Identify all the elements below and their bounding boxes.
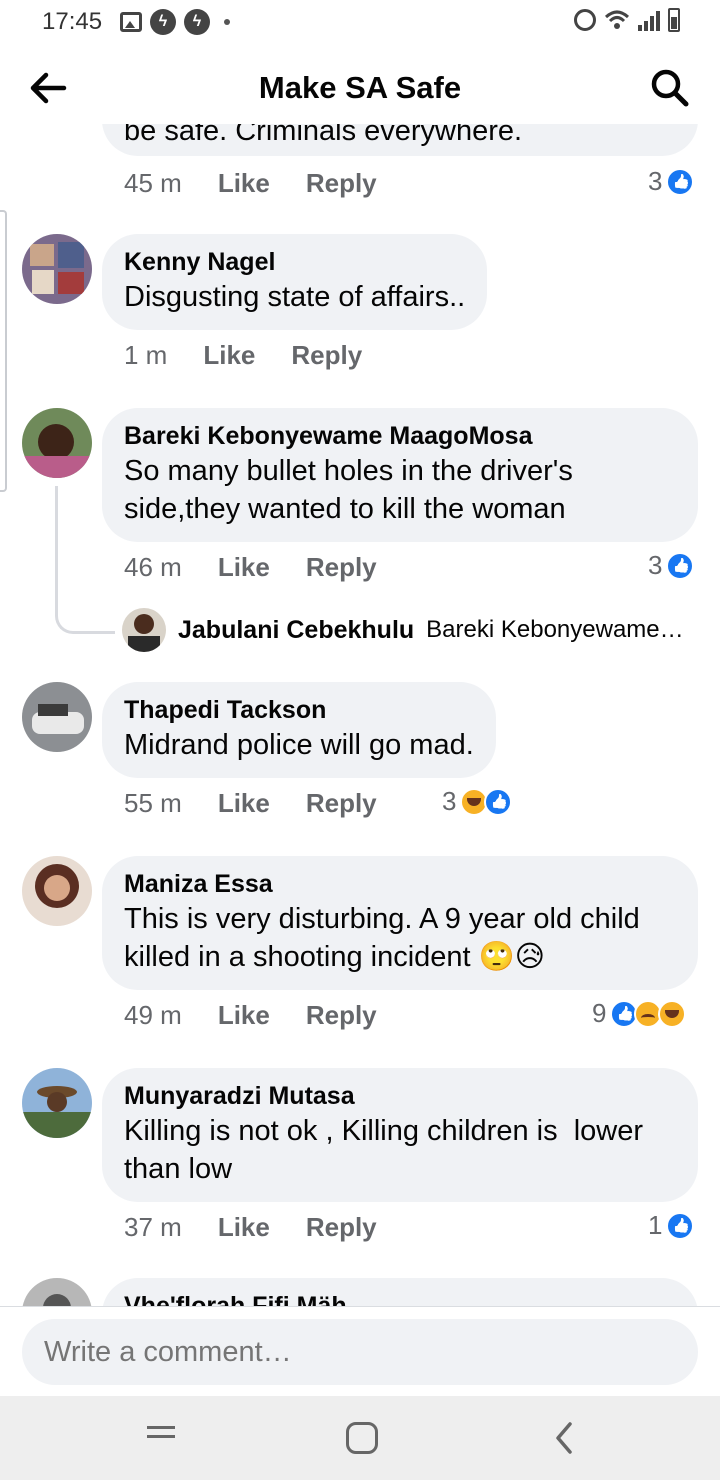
signal-icon (638, 9, 660, 31)
comment-time[interactable]: 55 m (124, 788, 182, 819)
reply-button[interactable]: Reply (306, 552, 377, 583)
comment-time[interactable]: 49 m (124, 1000, 182, 1031)
like-button[interactable]: Like (218, 1212, 270, 1243)
like-reaction-icon (666, 167, 695, 196)
reaction-summary[interactable]: 9 (592, 998, 687, 1029)
comment-composer (0, 1306, 720, 1396)
comment-bubble[interactable]: Bareki Kebonyewame MaagoMosa So many bul… (102, 408, 698, 542)
more-notifications-icon (224, 19, 230, 25)
page-title: Make SA Safe (258, 70, 462, 105)
comment-text: Midrand police will go mad. (124, 729, 474, 761)
reply-author: Jabulani Cebekhulu (178, 615, 415, 644)
haha-reaction-icon (658, 999, 687, 1028)
status-bar: 17:45 ϟ ϟ (0, 0, 720, 44)
avatar[interactable] (22, 1278, 92, 1306)
comment-time[interactable]: 1 m (124, 340, 167, 371)
reply-button[interactable]: Reply (306, 1000, 377, 1031)
reaction-count: 3 (648, 550, 663, 580)
comment-meta: 45 m Like Reply (124, 168, 377, 199)
comment-text: be safe. Criminals everywhere. (124, 124, 523, 147)
comment-author[interactable]: Thapedi Tackson (124, 694, 474, 726)
avatar[interactable] (22, 682, 92, 752)
comment-text: Killing is not ok , Killing children is … (124, 1115, 652, 1185)
comment-author[interactable]: Bareki Kebonyewame MaagoMosa (124, 420, 676, 452)
system-nav-bar (0, 1396, 720, 1480)
reply-button[interactable]: Reply (306, 168, 377, 199)
avatar[interactable] (22, 234, 92, 304)
reply-button[interactable]: Reply (291, 340, 362, 371)
alarm-icon (574, 9, 596, 31)
comment-bubble[interactable]: Maniza Essa This is very disturbing. A 9… (102, 856, 698, 990)
reply-thread-line (55, 486, 115, 634)
comment-author[interactable]: Vhe'florah Fifi Mäh (124, 1290, 676, 1306)
gallery-icon (120, 12, 142, 32)
comment-meta: 46 m Like Reply (124, 552, 377, 583)
lightning-icon: ϟ (150, 9, 176, 35)
like-reaction-icon (484, 787, 513, 816)
comment-bubble[interactable]: Thapedi Tackson Midrand police will go m… (102, 682, 496, 778)
reply-preview[interactable]: Jabulani Cebekhulu Bareki Kebonyewame… (122, 608, 684, 652)
system-icons (574, 8, 680, 32)
comment-time[interactable]: 37 m (124, 1212, 182, 1243)
reply-button[interactable]: Reply (306, 1212, 377, 1243)
reply-button[interactable]: Reply (306, 788, 377, 819)
comment-meta: 49 m Like Reply (124, 1000, 377, 1031)
notification-icons: ϟ ϟ (120, 9, 230, 35)
comment-time[interactable]: 45 m (124, 168, 182, 199)
like-button[interactable]: Like (218, 552, 270, 583)
home-icon[interactable] (342, 1420, 382, 1456)
reaction-summary[interactable]: 1 (648, 1210, 695, 1241)
comment-author[interactable]: Munyaradzi Mutasa (124, 1080, 676, 1112)
reaction-summary[interactable]: 3 (442, 786, 513, 817)
comment-bubble[interactable]: be safe. Criminals everywhere. (102, 124, 698, 156)
lightning-icon: ϟ (184, 9, 210, 35)
reaction-summary[interactable]: 3 (648, 166, 695, 197)
back-nav-icon[interactable] (546, 1420, 586, 1456)
comment-meta: 1 m Like Reply (124, 340, 362, 371)
reply-text: Bareki Kebonyewame… (426, 616, 684, 643)
status-time: 17:45 (42, 8, 103, 35)
comment-input[interactable] (22, 1319, 698, 1385)
comment-bubble[interactable]: Kenny Nagel Disgusting state of affairs.… (102, 234, 488, 330)
comment-bubble[interactable]: Vhe'florah Fifi Mäh (102, 1278, 698, 1306)
like-button[interactable]: Like (218, 168, 270, 199)
search-icon[interactable] (648, 66, 692, 110)
reaction-count: 3 (648, 166, 663, 196)
comment-author[interactable]: Maniza Essa (124, 868, 676, 900)
comment-text: This is very disturbing. A 9 year old ch… (124, 903, 640, 973)
avatar[interactable] (22, 1068, 92, 1138)
reaction-summary[interactable]: 3 (648, 550, 695, 581)
avatar[interactable] (22, 856, 92, 926)
comment-text: Disgusting state of affairs.. (124, 281, 466, 313)
wifi-icon (604, 10, 630, 29)
header: Make SA Safe (0, 52, 720, 124)
like-reaction-icon (666, 551, 695, 580)
like-reaction-icon (666, 1211, 695, 1240)
reaction-count: 3 (442, 786, 457, 816)
comment-text: So many bullet holes in the driver's sid… (124, 455, 573, 525)
recent-apps-icon[interactable] (141, 1420, 181, 1456)
comment-bubble[interactable]: Munyaradzi Mutasa Killing is not ok , Ki… (102, 1068, 698, 1202)
avatar (122, 608, 166, 652)
like-button[interactable]: Like (203, 340, 255, 371)
like-button[interactable]: Like (218, 1000, 270, 1031)
comment-meta: 37 m Like Reply (124, 1212, 377, 1243)
comment-author[interactable]: Kenny Nagel (124, 246, 465, 278)
comment-time[interactable]: 46 m (124, 552, 182, 583)
comments-feed[interactable]: be safe. Criminals everywhere. 45 m Like… (0, 124, 720, 1306)
battery-icon (668, 8, 680, 32)
like-button[interactable]: Like (218, 788, 270, 819)
reaction-count: 1 (648, 1210, 663, 1240)
avatar[interactable] (22, 408, 92, 478)
comment-meta: 55 m Like Reply (124, 788, 377, 819)
reaction-count: 9 (592, 998, 607, 1028)
